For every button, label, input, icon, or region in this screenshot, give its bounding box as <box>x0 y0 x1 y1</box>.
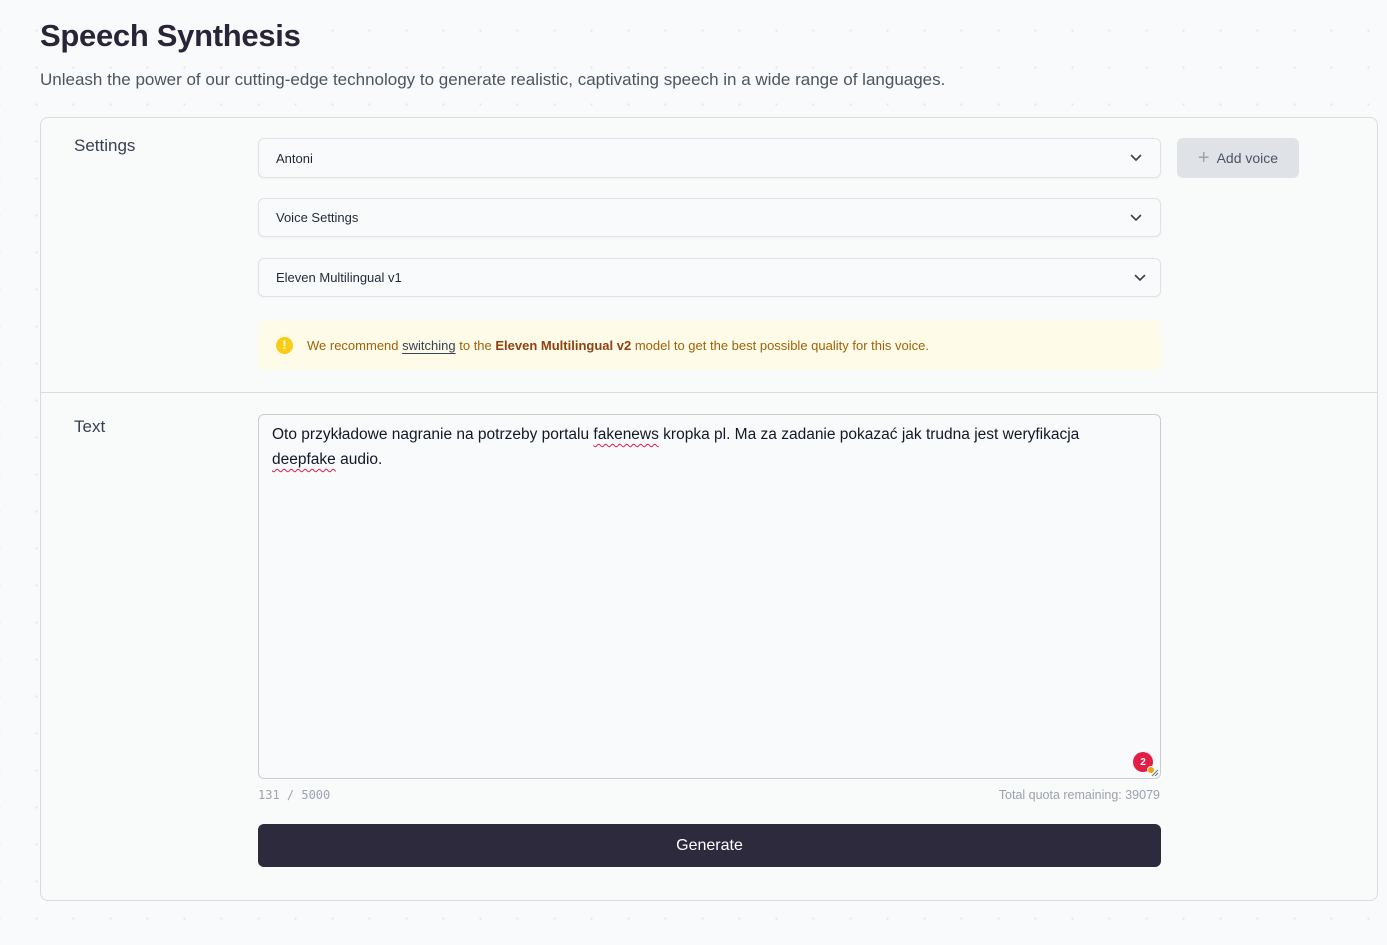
chevron-down-icon <box>1130 212 1142 224</box>
text-input[interactable]: Oto przykładowe nagranie na potrzeby por… <box>258 414 1161 779</box>
model-select[interactable]: Eleven Multilingual v1 <box>258 258 1161 297</box>
model-recommendation-notice: ! We recommend switching to the Eleven M… <box>258 320 1161 370</box>
add-voice-label: Add voice <box>1216 150 1279 166</box>
notice-model-name: Eleven Multilingual v2 <box>495 337 632 353</box>
notice-suffix: model to get the best possible quality f… <box>634 337 929 353</box>
misspelled-word: fakenews <box>593 426 659 443</box>
add-voice-button[interactable]: + Add voice <box>1177 138 1299 178</box>
badge-count: 2 <box>1140 756 1146 768</box>
section-divider <box>41 392 1377 393</box>
text-content: audio. <box>335 451 383 468</box>
generate-button[interactable]: Generate <box>258 824 1161 867</box>
model-select-value: Eleven Multilingual v1 <box>276 270 402 285</box>
character-counter: 131 / 5000 <box>258 788 331 802</box>
notice-middle: to the <box>459 337 492 353</box>
text-content: Oto przykładowe nagranie na potrzeby por… <box>272 426 594 443</box>
page-subtitle: Unleash the power of our cutting-edge te… <box>40 70 946 89</box>
grammar-extension-badge[interactable]: 2 <box>1133 752 1155 774</box>
voice-settings-value: Voice Settings <box>276 210 359 225</box>
warning-icon: ! <box>276 336 293 354</box>
settings-label: Settings <box>74 136 136 155</box>
text-content: kropka pl. Ma za zadanie pokazać jak tru… <box>658 426 1080 443</box>
text-label: Text <box>74 417 106 436</box>
plus-icon: + <box>1197 147 1210 169</box>
voice-settings-select[interactable]: Voice Settings <box>258 198 1161 237</box>
switch-model-link[interactable]: switching <box>402 338 455 353</box>
synthesis-card: Settings Antoni + Add voice Voice Settin… <box>40 117 1378 901</box>
voice-select-value: Antoni <box>276 150 313 166</box>
resize-handle-icon[interactable] <box>1151 769 1159 777</box>
misspelled-word: deepfake <box>272 451 336 468</box>
chevron-down-icon <box>1130 152 1142 164</box>
voice-select[interactable]: Antoni <box>258 138 1161 178</box>
notice-prefix: We recommend <box>307 337 399 353</box>
quota-remaining: Total quota remaining: 39079 <box>998 788 1160 802</box>
page-title: Speech Synthesis <box>40 18 301 53</box>
chevron-down-icon <box>1134 272 1146 284</box>
